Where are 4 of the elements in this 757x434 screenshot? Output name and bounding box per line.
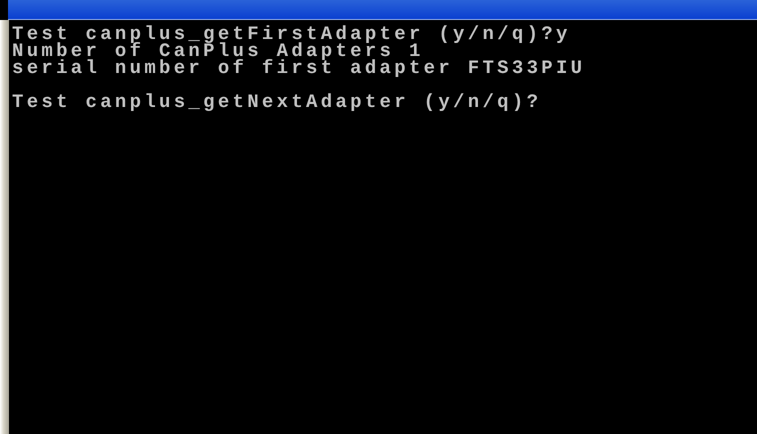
console-line: Number of CanPlus Adapters 1: [12, 43, 424, 60]
console-line: serial number of first adapter FTS33PIU: [12, 60, 586, 77]
console-line: Test canplus_getFirstAdapter (y/n/q)?y: [12, 26, 571, 43]
console-line: Test canplus_getNextAdapter (y/n/q)?: [12, 94, 542, 111]
